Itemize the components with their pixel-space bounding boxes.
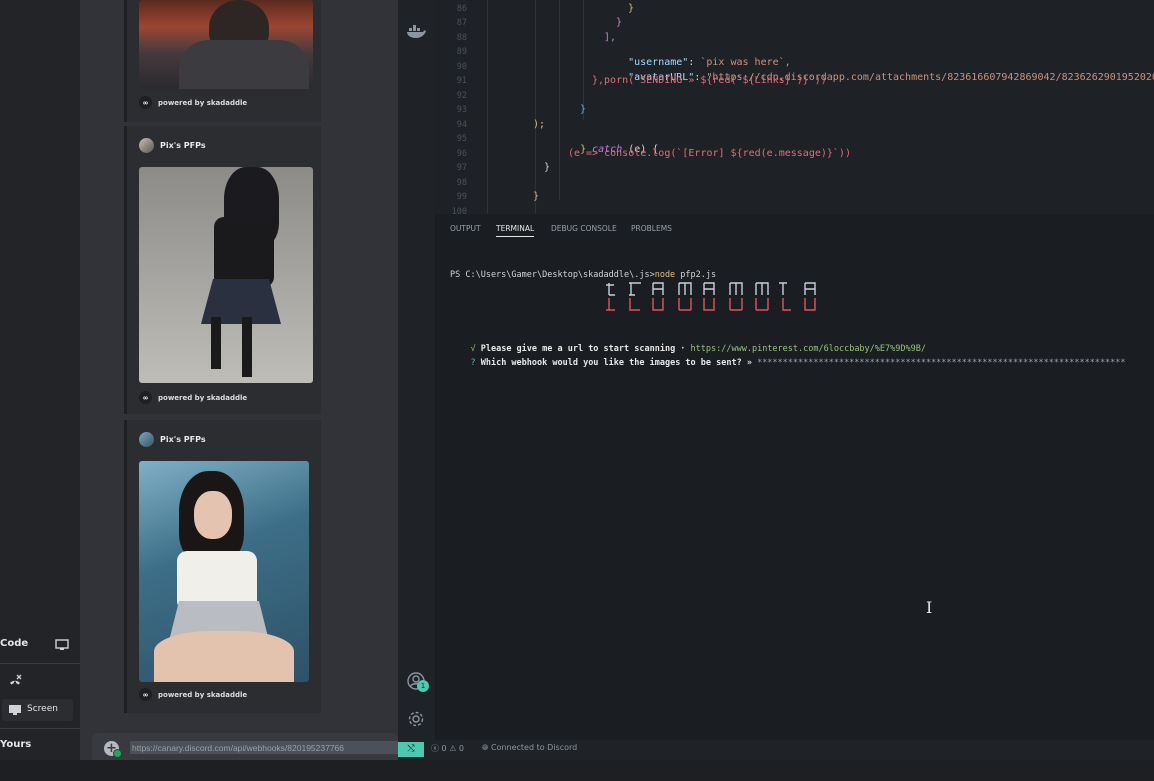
skadaddle-logo-icon: ∞ <box>139 96 152 109</box>
voice-row-code[interactable]: Code <box>0 638 80 651</box>
discord-sidebar: Code Screen Yours <box>0 0 80 781</box>
code-line: } <box>628 3 635 14</box>
code-line: ], <box>604 32 617 43</box>
tab-output[interactable]: OUTPUT <box>450 224 481 233</box>
line-number: 92 <box>456 91 467 101</box>
remote-indicator[interactable]: ⤭ <box>398 742 424 757</box>
embed-footer-text: powered by skadaddle <box>158 393 248 402</box>
warning-count: 0 <box>458 744 464 753</box>
divider <box>0 728 80 729</box>
screen-share-icon[interactable] <box>55 639 69 651</box>
line-number: 98 <box>456 178 467 188</box>
terminal-prompt: PS C:\Users\Gamer\Desktop\skadaddle\.js> <box>450 270 655 280</box>
voice-code-label: Code <box>0 638 29 649</box>
line-number: 88 <box>456 33 467 43</box>
code-editor[interactable]: 86 87 88 89 90 91 92 93 94 95 96 97 98 9… <box>435 0 1154 214</box>
error-icon: ⓧ <box>431 744 439 753</box>
code-line: },porn(`SENDING » ${red(`${Links}`)}`)) <box>592 75 827 86</box>
line-number: 93 <box>456 105 467 115</box>
terminal-command-rest: pfp2.js <box>675 270 717 280</box>
docker-icon[interactable] <box>406 25 426 39</box>
screen-label: Screen <box>27 704 58 714</box>
tab-problems[interactable]: PROBLEMS <box>631 224 672 233</box>
author-avatar <box>139 432 154 447</box>
line-number: 95 <box>456 134 467 144</box>
code-line: } <box>533 191 540 202</box>
code-line: } <box>616 17 623 28</box>
yours-label: Yours <box>0 739 32 750</box>
prompt-webhook: ? Which webhook would you like the image… <box>450 348 1126 378</box>
status-bar: ⤭ ⓧ 0 ⚠ 0 🌐︎ Connected to Discord <box>398 740 1154 760</box>
problems-indicator[interactable]: ⓧ 0 ⚠ 0 <box>431 743 464 754</box>
prompt-masked-input: ****************************************… <box>751 358 1126 368</box>
embed-card: Pix's PFPs ∞ powered by skadaddle <box>124 126 321 414</box>
line-number: 96 <box>456 149 467 159</box>
bottom-strip <box>0 760 1154 781</box>
tab-terminal[interactable]: TERMINAL <box>496 224 535 237</box>
online-dot-icon <box>113 749 122 758</box>
embed-footer: ∞ powered by skadaddle <box>139 391 247 404</box>
discord-presence[interactable]: 🌐︎ Connected to Discord <box>482 743 577 753</box>
remote-icon: ⤭ <box>407 744 415 754</box>
activity-bar: 1 <box>398 0 435 760</box>
terminal-node-token: node <box>654 270 676 280</box>
line-number: 100 <box>451 207 467 214</box>
embed-author-name: Pix's PFPs <box>160 435 206 444</box>
account-badge: 1 <box>417 680 429 692</box>
code-line: ); <box>533 119 546 130</box>
embed-footer: ∞ powered by skadaddle <box>139 688 247 701</box>
line-number: 90 <box>456 62 467 72</box>
message-input[interactable] <box>130 741 399 754</box>
line-number: 86 <box>456 4 467 14</box>
screen-share-button[interactable]: Screen <box>2 699 73 721</box>
prompt-question: Which webhook would you like the images … <box>475 358 752 368</box>
embed-image[interactable] <box>139 167 313 383</box>
screen-icon <box>9 705 21 715</box>
embed-footer: ∞ powered by skadaddle <box>139 96 247 109</box>
embed-card: ∞ powered by skadaddle <box>124 0 321 122</box>
embed-image[interactable] <box>139 0 313 89</box>
ascii-art-banner-icon <box>606 282 816 311</box>
warning-icon: ⚠ <box>449 744 457 753</box>
skadaddle-logo-icon: ∞ <box>139 688 152 701</box>
line-number: 97 <box>456 163 467 173</box>
code-line: } <box>544 162 551 173</box>
embed-author: Pix's PFPs <box>139 432 206 447</box>
terminal-command-line: PS C:\Users\Gamer\Desktop\skadaddle\.js>… <box>450 270 716 280</box>
discord-status: Connected to Discord <box>490 743 578 752</box>
embed-footer-text: powered by skadaddle <box>158 98 248 107</box>
settings-gear-icon[interactable] <box>407 710 425 728</box>
embed-card: Pix's PFPs ∞ powered by skadaddle <box>124 420 321 713</box>
text-cursor-icon: I <box>926 598 933 617</box>
embed-image[interactable] <box>139 461 309 682</box>
embed-footer-text: powered by skadaddle <box>158 690 248 699</box>
code-line: (e => console.log(`[Error] ${red(e.messa… <box>568 148 851 159</box>
author-avatar <box>139 138 154 153</box>
disconnect-call-icon[interactable] <box>8 674 22 688</box>
code-line: } <box>580 104 587 115</box>
line-number: 99 <box>456 192 467 202</box>
bottom-panel: OUTPUT TERMINAL DEBUG CONSOLE PROBLEMS P… <box>435 214 1154 760</box>
line-number: 94 <box>456 120 467 130</box>
line-number: 91 <box>456 76 467 86</box>
divider <box>0 663 80 664</box>
globe-icon: 🌐︎ <box>482 743 489 752</box>
skadaddle-logo-icon: ∞ <box>139 391 152 404</box>
line-number: 87 <box>456 18 467 28</box>
error-count: 0 <box>441 744 447 753</box>
tab-debug-console[interactable]: DEBUG CONSOLE <box>551 224 617 233</box>
embed-author: Pix's PFPs <box>139 138 206 153</box>
line-number: 89 <box>456 47 467 57</box>
embed-author-name: Pix's PFPs <box>160 141 206 150</box>
